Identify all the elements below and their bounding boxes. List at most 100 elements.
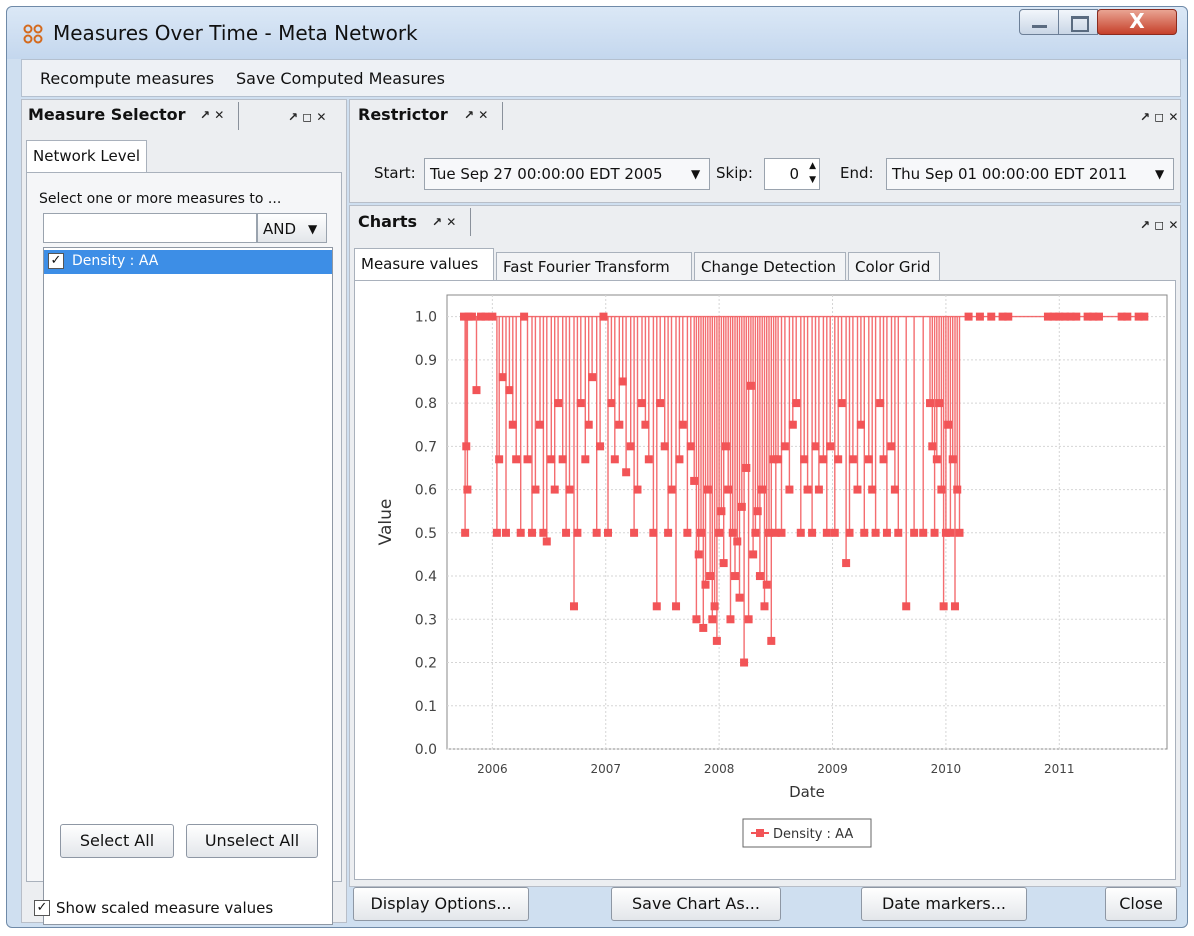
- close-button[interactable]: Close: [1105, 887, 1177, 921]
- menu-recompute-measures[interactable]: Recompute measures: [40, 69, 214, 88]
- data-point: [728, 528, 737, 537]
- tab-network-level[interactable]: Network Level: [26, 140, 147, 172]
- restrictor-dock-controls[interactable]: ↗ ◻ ✕: [1140, 110, 1178, 124]
- data-point: [550, 485, 559, 494]
- data-point: [937, 485, 946, 494]
- title-bar[interactable]: Measures Over Time - Meta Network X: [7, 7, 1187, 59]
- y-tick-label: 0.5: [415, 526, 437, 542]
- tab-fft-label: Fast Fourier Transform: [503, 258, 670, 276]
- data-point: [516, 528, 525, 537]
- data-point: [774, 455, 783, 464]
- data-point: [928, 442, 937, 451]
- data-point: [762, 580, 771, 589]
- chevron-down-icon: ▼: [1155, 167, 1165, 181]
- data-point: [462, 442, 471, 451]
- skip-spinner[interactable]: 0 ▲ ▼: [764, 158, 820, 190]
- data-point: [848, 455, 857, 464]
- data-point: [638, 399, 647, 408]
- data-point: [626, 442, 635, 451]
- legend-label: Density : AA: [773, 827, 853, 842]
- data-point: [569, 602, 578, 611]
- list-item-density-aa[interactable]: ✓ Density : AA: [44, 250, 332, 274]
- data-point: [902, 602, 911, 611]
- x-tick-label: 2006: [477, 762, 508, 776]
- data-point: [531, 485, 540, 494]
- data-point: [890, 485, 899, 494]
- save-chart-as-button[interactable]: Save Chart As...: [611, 887, 781, 921]
- show-scaled-label: Show scaled measure values: [56, 899, 274, 917]
- data-point: [678, 420, 687, 429]
- display-options-button[interactable]: Display Options...: [353, 887, 529, 921]
- data-point: [814, 485, 823, 494]
- data-point: [932, 455, 941, 464]
- data-point: [576, 399, 585, 408]
- data-point: [701, 580, 710, 589]
- data-point: [535, 420, 544, 429]
- data-point: [792, 399, 801, 408]
- minimize-icon: [1032, 25, 1047, 28]
- y-tick-label: 0.7: [415, 439, 437, 455]
- charts-tab-controls[interactable]: ↗ ✕: [432, 215, 456, 229]
- data-point: [644, 455, 653, 464]
- chart-area: 0.0 0.1 0.2 0.3 0.4 0.5 0.6 0.7 0.8 0.9 1.0 2006 200…: [354, 280, 1176, 880]
- data-point: [562, 528, 571, 537]
- data-point: [819, 455, 828, 464]
- data-point: [495, 455, 504, 464]
- data-point: [845, 528, 854, 537]
- end-date-dropdown[interactable]: Thu Sep 01 00:00:00 EDT 2011 ▼: [886, 158, 1174, 190]
- skip-label: Skip:: [716, 164, 753, 182]
- spinner-arrows-icon[interactable]: ▲ ▼: [809, 159, 816, 187]
- data-point: [871, 528, 880, 537]
- minimize-button[interactable]: [1019, 9, 1059, 35]
- data-point: [588, 373, 597, 382]
- tab-fast-fourier-transform[interactable]: Fast Fourier Transform: [496, 252, 692, 281]
- measure-selector-tab-controls[interactable]: ↗ ✕: [200, 108, 224, 122]
- data-point: [706, 572, 715, 581]
- checkbox-density-aa[interactable]: ✓: [48, 253, 64, 269]
- y-tick-label: 0.2: [415, 656, 437, 672]
- charts-panel: Charts ↗ ✕ ↗ ◻ ✕ Measure values Fast Fou…: [349, 205, 1181, 887]
- data-point: [853, 485, 862, 494]
- data-point: [708, 615, 717, 624]
- data-point: [926, 399, 935, 408]
- end-date-value: Thu Sep 01 00:00:00 EDT 2011: [892, 165, 1128, 183]
- start-date-dropdown[interactable]: Tue Sep 27 00:00:00 EDT 2005 ▼: [424, 158, 710, 190]
- show-scaled-checkbox[interactable]: ✓: [34, 900, 50, 916]
- restrictor-title: Restrictor: [358, 105, 448, 124]
- y-tick-label: 0.3: [415, 612, 437, 628]
- mode-dropdown[interactable]: AND ▼: [257, 213, 327, 243]
- data-point: [749, 550, 758, 559]
- measure-filter-input[interactable]: [43, 213, 257, 243]
- tab-color-grid[interactable]: Color Grid: [848, 252, 940, 281]
- tab-measure-values[interactable]: Measure values: [354, 248, 494, 280]
- tab-network-level-label: Network Level: [33, 147, 140, 165]
- menu-save-computed-measures[interactable]: Save Computed Measures: [236, 69, 445, 88]
- date-markers-button[interactable]: Date markers...: [861, 887, 1027, 921]
- data-point: [740, 658, 749, 667]
- data-point: [683, 528, 692, 537]
- charts-dock-controls[interactable]: ↗ ◻ ✕: [1140, 218, 1178, 232]
- skip-value: 0: [789, 165, 799, 183]
- app-window: Measures Over Time - Meta Network X Reco…: [6, 6, 1188, 928]
- data-point: [856, 420, 865, 429]
- unselect-all-button[interactable]: Unselect All: [186, 824, 318, 858]
- data-point: [694, 550, 703, 559]
- window-title: Measures Over Time - Meta Network: [53, 21, 418, 45]
- data-point: [719, 559, 728, 568]
- data-point: [788, 420, 797, 429]
- restrictor-tab-controls[interactable]: ↗ ✕: [464, 108, 488, 122]
- measure-selector-dock-controls[interactable]: ↗ ◻ ✕: [288, 110, 326, 124]
- data-point: [565, 485, 574, 494]
- data-point: [604, 528, 613, 537]
- data-point: [481, 312, 490, 321]
- data-point: [1072, 312, 1081, 321]
- tab-color-grid-label: Color Grid: [855, 258, 931, 276]
- select-all-button[interactable]: Select All: [60, 824, 174, 858]
- data-point: [618, 377, 627, 386]
- tab-change-detection[interactable]: Change Detection: [694, 252, 846, 281]
- close-window-button[interactable]: X: [1097, 9, 1177, 35]
- data-point: [542, 537, 551, 546]
- data-point: [520, 312, 529, 321]
- maximize-button[interactable]: [1058, 9, 1098, 35]
- data-point: [944, 420, 953, 429]
